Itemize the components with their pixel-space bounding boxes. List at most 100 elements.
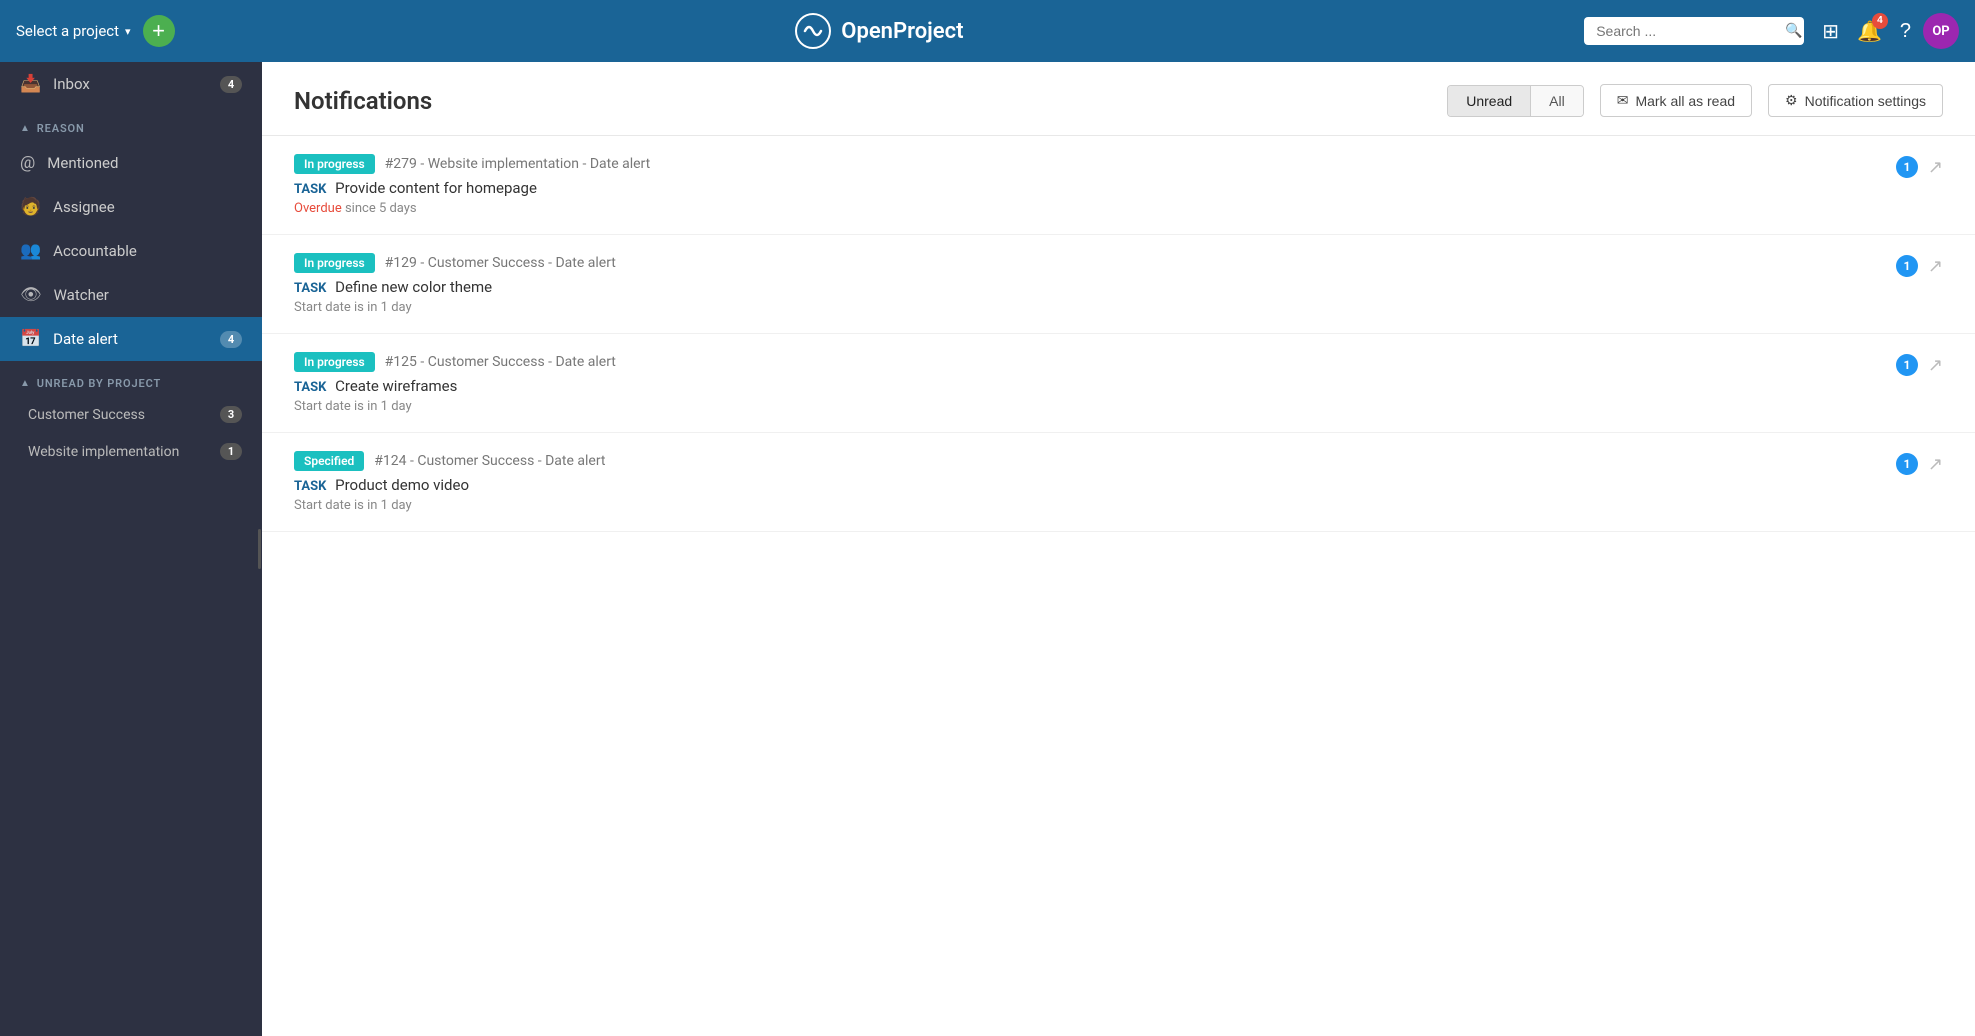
- notif-meta-text-2: #129 - Customer Success - Date alert: [385, 255, 616, 271]
- notif-meta-text-4: #124 - Customer Success - Date alert: [374, 453, 605, 469]
- sub-text-4: Start date is in 1 day: [294, 498, 412, 513]
- avatar[interactable]: OP: [1923, 13, 1959, 49]
- count-badge-4: 1: [1896, 453, 1918, 475]
- sidebar: 📥 Inbox 4 ▲ REASON @ Mentioned 🧑 Assigne…: [0, 62, 262, 1036]
- help-button[interactable]: ?: [1894, 14, 1917, 49]
- notif-actions-4: 1 ↗: [1896, 451, 1943, 475]
- notification-item-1[interactable]: In progress #279 - Website implementatio…: [262, 136, 1975, 235]
- notification-item-2[interactable]: In progress #129 - Customer Success - Da…: [262, 235, 1975, 334]
- date-alert-label: Date alert: [53, 330, 208, 348]
- notif-sub-4: Start date is in 1 day: [294, 498, 1880, 513]
- status-badge-4: Specified: [294, 451, 364, 471]
- task-name-1: Provide content for homepage: [335, 179, 537, 197]
- notifications-header: Notifications Unread All ✉ Mark all as r…: [262, 62, 1975, 136]
- unread-chevron-icon: ▲: [20, 378, 31, 389]
- help-icon: ?: [1900, 20, 1911, 43]
- date-alert-icon: 📅: [20, 329, 41, 349]
- notif-main-4: Specified #124 - Customer Success - Date…: [294, 451, 1880, 513]
- notif-task-line-3: TASK Create wireframes: [294, 377, 1880, 395]
- search-box[interactable]: 🔍: [1584, 17, 1804, 45]
- assignee-label: Assignee: [53, 198, 242, 216]
- count-badge-1: 1: [1896, 156, 1918, 178]
- notif-meta-text-3: #125 - Customer Success - Date alert: [385, 354, 616, 370]
- notif-task-line-4: TASK Product demo video: [294, 476, 1880, 494]
- filter-tab-all[interactable]: All: [1531, 86, 1583, 116]
- assignee-icon: 🧑: [20, 197, 41, 217]
- filter-tabs: Unread All: [1447, 85, 1583, 117]
- sidebar-item-mentioned[interactable]: @ Mentioned: [0, 141, 262, 185]
- logo-text: OpenProject: [841, 19, 963, 44]
- sidebar-item-assignee[interactable]: 🧑 Assignee: [0, 185, 262, 229]
- reason-section-label: REASON: [37, 122, 85, 135]
- reason-section[interactable]: ▲ REASON: [0, 106, 262, 141]
- mark-all-read-label: Mark all as read: [1635, 93, 1735, 109]
- settings-gear-icon: ⚙: [1785, 92, 1798, 109]
- accountable-icon: 👥: [20, 241, 41, 261]
- task-name-2: Define new color theme: [335, 278, 492, 296]
- mentioned-label: Mentioned: [47, 154, 242, 172]
- logo-area: OpenProject: [187, 13, 1573, 49]
- notif-meta-1: In progress #279 - Website implementatio…: [294, 154, 1880, 174]
- top-nav-icons: ⊞ 🔔 4 ? OP: [1816, 13, 1959, 50]
- notif-main-3: In progress #125 - Customer Success - Da…: [294, 352, 1880, 414]
- filter-tab-unread[interactable]: Unread: [1448, 86, 1531, 116]
- task-label-3: TASK: [294, 380, 326, 395]
- overdue-detail-1: since 5 days: [345, 201, 417, 216]
- task-label-2: TASK: [294, 281, 326, 296]
- grid-menu-button[interactable]: ⊞: [1816, 13, 1845, 50]
- accountable-label: Accountable: [53, 242, 242, 260]
- task-name-4: Product demo video: [335, 476, 469, 494]
- notif-actions-3: 1 ↗: [1896, 352, 1943, 376]
- website-implementation-label: Website implementation: [28, 444, 210, 460]
- notifications-bell-button[interactable]: 🔔 4: [1851, 13, 1888, 50]
- main-layout: 📥 Inbox 4 ▲ REASON @ Mentioned 🧑 Assigne…: [0, 62, 1975, 1036]
- share-icon-2[interactable]: ↗: [1928, 256, 1943, 277]
- project-selector-caret-icon: ▾: [125, 25, 131, 38]
- sidebar-item-date-alert[interactable]: 📅 Date alert 4: [0, 317, 262, 361]
- count-badge-2: 1: [1896, 255, 1918, 277]
- sidebar-item-watcher[interactable]: 👁 Watcher: [0, 273, 262, 317]
- share-icon-3[interactable]: ↗: [1928, 355, 1943, 376]
- top-navigation: Select a project ▾ + OpenProject 🔍 ⊞ 🔔 4…: [0, 0, 1975, 62]
- watcher-label: Watcher: [54, 286, 242, 304]
- sidebar-item-inbox[interactable]: 📥 Inbox 4: [0, 62, 262, 106]
- sidebar-sub-item-website-implementation[interactable]: Website implementation 1: [0, 433, 262, 470]
- notification-settings-button[interactable]: ⚙ Notification settings: [1768, 84, 1943, 117]
- search-input[interactable]: [1596, 23, 1777, 39]
- notifications-title: Notifications: [294, 87, 1431, 115]
- share-icon-4[interactable]: ↗: [1928, 454, 1943, 475]
- date-alert-badge: 4: [220, 331, 242, 348]
- notif-meta-3: In progress #125 - Customer Success - Da…: [294, 352, 1880, 372]
- status-badge-3: In progress: [294, 352, 375, 372]
- notif-meta-2: In progress #129 - Customer Success - Da…: [294, 253, 1880, 273]
- notif-task-line-2: TASK Define new color theme: [294, 278, 1880, 296]
- grid-icon: ⊞: [1822, 19, 1839, 44]
- inbox-icon: 📥: [20, 74, 41, 94]
- notif-task-line-1: TASK Provide content for homepage: [294, 179, 1880, 197]
- notif-actions-2: 1 ↗: [1896, 253, 1943, 277]
- notif-actions-1: 1 ↗: [1896, 154, 1943, 178]
- sub-text-2: Start date is in 1 day: [294, 300, 412, 315]
- website-implementation-badge: 1: [220, 443, 242, 460]
- add-button[interactable]: +: [143, 15, 175, 47]
- openproject-logo-icon: [795, 13, 831, 49]
- task-name-3: Create wireframes: [335, 377, 457, 395]
- project-selector[interactable]: Select a project ▾: [16, 22, 131, 40]
- mark-all-read-button[interactable]: ✉ Mark all as read: [1600, 84, 1752, 117]
- content-area: Notifications Unread All ✉ Mark all as r…: [262, 62, 1975, 1036]
- sidebar-sub-item-customer-success[interactable]: Customer Success 3: [0, 396, 262, 433]
- task-label-4: TASK: [294, 479, 326, 494]
- notifications-list: In progress #279 - Website implementatio…: [262, 136, 1975, 1036]
- customer-success-label: Customer Success: [28, 407, 210, 423]
- inbox-badge: 4: [220, 76, 242, 93]
- search-icon: 🔍: [1785, 23, 1802, 39]
- notification-item-4[interactable]: Specified #124 - Customer Success - Date…: [262, 433, 1975, 532]
- notification-item-3[interactable]: In progress #125 - Customer Success - Da…: [262, 334, 1975, 433]
- notif-meta-text-1: #279 - Website implementation - Date ale…: [385, 156, 651, 172]
- sidebar-item-accountable[interactable]: 👥 Accountable: [0, 229, 262, 273]
- share-icon-1[interactable]: ↗: [1928, 157, 1943, 178]
- watcher-icon: 👁: [20, 285, 42, 305]
- task-label-1: TASK: [294, 182, 326, 197]
- sidebar-resizer-bar: [258, 529, 261, 569]
- unread-section[interactable]: ▲ UNREAD BY PROJECT: [0, 361, 262, 396]
